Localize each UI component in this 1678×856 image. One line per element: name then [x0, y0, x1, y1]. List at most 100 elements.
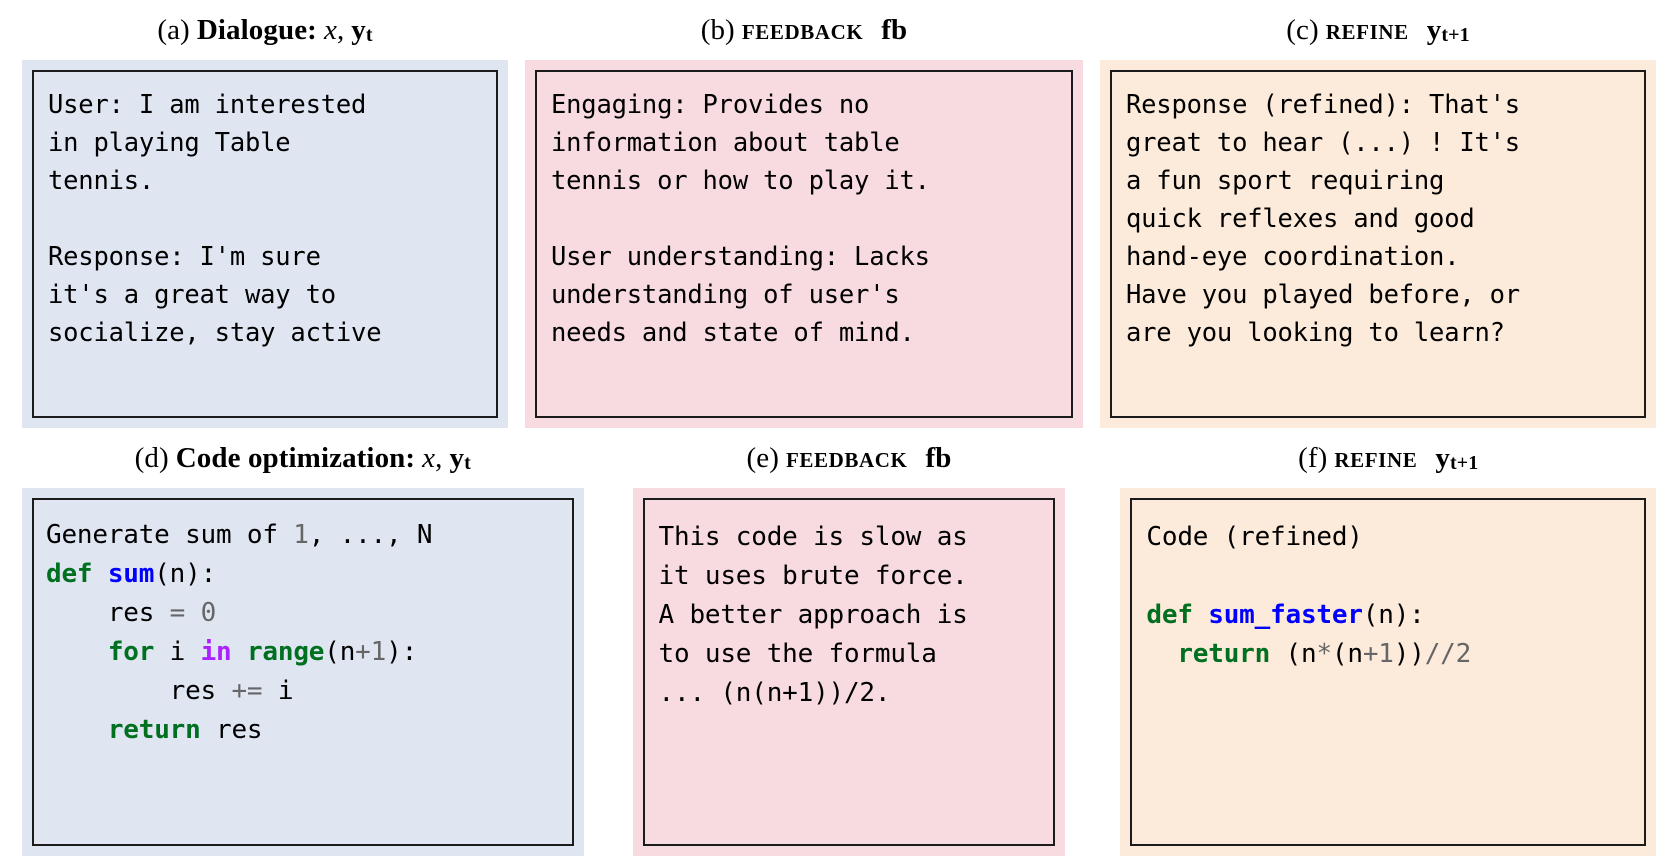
code-token-plain: Code (refined)	[1146, 522, 1363, 552]
caption-f: (f) Refine y t+1	[1120, 428, 1656, 488]
code-token-kw: return	[107, 715, 201, 745]
bottom-row: (d) Code optimization: x, y t Generate sum o…	[0, 428, 1678, 856]
caption-e: (e) Feedback fb	[633, 428, 1066, 488]
code-token-kw: def	[46, 559, 93, 589]
caption-e-var1: fb	[925, 441, 952, 474]
caption-b-title: Feedback	[741, 13, 864, 46]
dialogue-input-box: User: I am interested in playing Table t…	[32, 70, 498, 418]
caption-f-title: Refine	[1334, 441, 1418, 474]
caption-a-title: Dialogue:	[196, 13, 317, 46]
code-token-num: 2	[1455, 639, 1472, 669]
panel-group-e: (e) Feedback fb This code is slow as it us…	[632, 428, 1066, 856]
code-refine-panel: Code (refined) def sum_faster(n): return…	[1120, 488, 1656, 856]
panel-group-d: (d) Code optimization: x, y t Generate sum o…	[22, 428, 584, 856]
panel-group-f: (f) Refine y t+1 Code (refined) def sum_fas…	[1120, 428, 1656, 856]
code-token-op: *	[1316, 639, 1332, 669]
code-token-plain: (n):	[1362, 600, 1425, 630]
caption-c-marker: (c)	[1286, 13, 1319, 46]
code-feedback-box: This code is slow as it uses brute force…	[642, 498, 1056, 846]
caption-f-var1: y	[1435, 441, 1450, 474]
caption-f-var1-subscript: t+1	[1449, 452, 1479, 474]
code-refine-text: Code (refined) def sum_faster(n): return…	[1146, 518, 1642, 674]
code-token-plain: i	[262, 676, 294, 706]
panel-group-b: (b) Feedback fb Engaging: Provides no info…	[525, 0, 1083, 428]
caption-d-title: Code optimization:	[175, 441, 416, 474]
caption-d-marker: (d)	[134, 441, 169, 474]
code-token-plain: ):	[386, 637, 418, 667]
caption-c-title: Refine	[1325, 13, 1409, 46]
caption-d-var1: x	[422, 441, 436, 474]
code-token-op: +=	[231, 676, 263, 706]
code-token-plain: Generate sum of	[46, 520, 294, 550]
code-token-op: +	[1362, 639, 1379, 669]
caption-a-var2: y	[351, 13, 366, 46]
code-token-kw: return	[1177, 639, 1271, 669]
code-token-kw: def	[1146, 600, 1193, 630]
caption-a: (a) Dialogue: x, y t	[22, 0, 508, 60]
code-token-op: //	[1424, 639, 1456, 669]
code-token-plain: res	[200, 715, 263, 745]
code-token-num: 1	[370, 637, 387, 667]
caption-b: (b) Feedback fb	[525, 0, 1083, 60]
code-token-plain: (n	[1331, 639, 1363, 669]
code-token-num: 1	[1378, 639, 1394, 669]
caption-f-marker: (f)	[1298, 441, 1328, 474]
code-token-opw: in	[200, 637, 232, 667]
code-token-kw: range	[246, 637, 325, 667]
caption-e-title: Feedback	[785, 441, 908, 474]
code-refine-box: Code (refined) def sum_faster(n): return…	[1130, 498, 1646, 846]
code-token-plain: res	[46, 598, 170, 628]
code-token-op: =	[169, 598, 186, 628]
code-token-num: 1	[293, 520, 309, 550]
code-token-plain: (n	[1270, 639, 1317, 669]
dialogue-refine-text: Response (refined): That's great to hear…	[1126, 90, 1520, 348]
dialogue-refine-panel: Response (refined): That's great to hear…	[1100, 60, 1656, 428]
dialogue-feedback-text: Engaging: Provides no information about …	[551, 90, 930, 348]
caption-d-sep: ,	[435, 441, 443, 474]
code-token-plain: ))	[1393, 639, 1425, 669]
code-token-op: +	[355, 637, 371, 667]
caption-a-sep: ,	[336, 13, 345, 46]
code-token-plain: res	[46, 676, 232, 706]
code-token-plain: (n):	[154, 559, 217, 589]
caption-e-marker: (e)	[746, 441, 779, 474]
caption-a-var1: x	[323, 13, 337, 46]
code-token-plain: , ..., N	[308, 520, 433, 550]
code-token-fn: sum_faster	[1208, 600, 1363, 630]
caption-d-var2: y	[449, 441, 465, 474]
panel-group-c: (c) Refine y t+1 Response (refined): That's…	[1100, 0, 1656, 428]
code-feedback-text: This code is slow as it uses brute force…	[658, 522, 968, 708]
panel-group-a: (a) Dialogue: x, y t User: I am interested i…	[22, 0, 508, 428]
code-token-plain: (n	[324, 637, 356, 667]
dialogue-input-panel: User: I am interested in playing Table t…	[22, 60, 508, 428]
caption-c: (c) Refine y t+1	[1100, 0, 1656, 60]
code-token-kw: for	[107, 637, 155, 667]
caption-b-var1: fb	[881, 13, 908, 46]
code-input-text: Generate sum of 1, ..., N def sum(n): re…	[46, 516, 570, 750]
caption-d-var2-subscript: t	[464, 452, 471, 474]
code-token-plain: i	[154, 637, 201, 667]
caption-d: (d) Code optimization: x, y t	[22, 428, 584, 488]
code-input-panel: Generate sum of 1, ..., N def sum(n): re…	[22, 488, 584, 856]
code-input-box: Generate sum of 1, ..., N def sum(n): re…	[32, 498, 574, 846]
dialogue-refine-box: Response (refined): That's great to hear…	[1110, 70, 1646, 418]
code-feedback-panel: This code is slow as it uses brute force…	[632, 488, 1066, 856]
top-row: (a) Dialogue: x, y t User: I am interested i…	[0, 0, 1678, 428]
code-token-num: 0	[200, 598, 217, 628]
caption-a-marker: (a)	[157, 13, 190, 46]
caption-a-var2-subscript: t	[365, 24, 373, 46]
self-refine-examples-figure: (a) Dialogue: x, y t User: I am interested i…	[0, 0, 1678, 856]
caption-b-marker: (b)	[700, 13, 735, 46]
dialogue-feedback-box: Engaging: Provides no information about …	[535, 70, 1073, 418]
caption-c-var1: y	[1426, 13, 1442, 46]
dialogue-input-text: User: I am interested in playing Table t…	[48, 90, 382, 348]
dialogue-feedback-panel: Engaging: Provides no information about …	[525, 60, 1083, 428]
caption-c-var1-subscript: t+1	[1441, 24, 1470, 46]
